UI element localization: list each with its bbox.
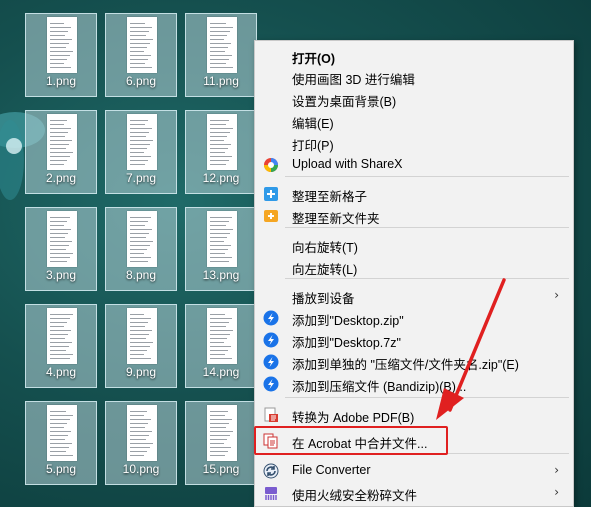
file-name-label: 13.png (202, 268, 240, 282)
desktop-file-icon[interactable]: 9.png (105, 304, 177, 388)
menu-item[interactable]: 整理至新格子 (255, 183, 573, 205)
desktop-file-icon[interactable]: 2.png (25, 110, 97, 194)
menu-item[interactable]: 转换为 Adobe PDF(B) (255, 404, 573, 426)
menu-item[interactable]: 使用火绒安全粉碎文件 › (255, 482, 573, 504)
file-name-label: 10.png (122, 462, 160, 476)
menu-item[interactable]: 向右旋转(T) (255, 234, 573, 256)
file-name-label: 3.png (45, 268, 77, 282)
file-name-label: 14.png (202, 365, 240, 379)
menu-item-label: 打开(O) (292, 52, 336, 66)
file-name-label: 7.png (125, 171, 157, 185)
chevron-right-icon: › (554, 463, 559, 477)
chevron-right-icon: › (554, 288, 559, 302)
desktop-file-icon[interactable]: 6.png (105, 13, 177, 97)
image-thumbnail-icon (207, 308, 237, 364)
menu-item-label: 向左旋转(L) (292, 263, 358, 277)
desktop-file-icon[interactable]: 12.png (185, 110, 257, 194)
bandizip-icon (263, 332, 279, 348)
desktop-file-icon[interactable]: 10.png (105, 401, 177, 485)
file-name-label: 4.png (45, 365, 77, 379)
image-thumbnail-icon (47, 405, 77, 461)
file-name-label: 12.png (202, 171, 240, 185)
image-thumbnail-icon (127, 211, 157, 267)
menu-item-label: File Converter (292, 463, 371, 477)
new-folder-icon (263, 208, 279, 224)
menu-item-label: 添加到"Desktop.zip" (292, 314, 404, 328)
annotation-arrow-icon (436, 278, 506, 420)
desktop-file-icon[interactable]: 5.png (25, 401, 97, 485)
menu-item[interactable]: 添加到压缩文件 (Bandizip)(B)... (255, 373, 573, 395)
bandizip-icon (263, 310, 279, 326)
file-name-label: 6.png (125, 74, 157, 88)
file-name-label: 2.png (45, 171, 77, 185)
image-thumbnail-icon (127, 17, 157, 73)
menu-item-label: 设置为桌面背景(B) (292, 95, 397, 109)
bandizip-icon (263, 354, 279, 370)
menu-item-label: 整理至新格子 (292, 190, 368, 204)
menu-item[interactable]: Upload with ShareX (255, 154, 573, 176)
menu-item[interactable]: 设置为桌面背景(B) (255, 88, 573, 110)
desktop-file-icon[interactable]: 8.png (105, 207, 177, 291)
menu-item-label: 转换为 Adobe PDF(B) (292, 411, 415, 425)
menu-item-label: 打印(P) (292, 139, 334, 153)
menu-item-label: 编辑(E) (292, 117, 334, 131)
menu-item-label: 播放到设备 (292, 292, 355, 306)
menu-separator (285, 227, 569, 228)
menu-item[interactable]: 编辑(E) (255, 110, 573, 132)
file-converter-icon (263, 463, 279, 479)
image-thumbnail-icon (47, 17, 77, 73)
desktop-file-icon[interactable]: 11.png (185, 13, 257, 97)
desktop-file-icon[interactable]: 15.png (185, 401, 257, 485)
menu-item[interactable]: 打开(O) (255, 45, 573, 67)
desktop-file-icon[interactable]: 1.png (25, 13, 97, 97)
menu-item[interactable]: 向左旋转(L) (255, 256, 573, 278)
annotation-highlight-box (254, 426, 448, 455)
image-thumbnail-icon (47, 308, 77, 364)
menu-separator (285, 176, 569, 177)
menu-item-label: 向右旋转(T) (292, 241, 358, 255)
file-name-label: 1.png (45, 74, 77, 88)
desktop-file-icon[interactable]: 7.png (105, 110, 177, 194)
desktop-file-icon[interactable]: 14.png (185, 304, 257, 388)
menu-item[interactable]: 播放到设备 › (255, 285, 573, 307)
image-thumbnail-icon (127, 114, 157, 170)
file-name-label: 9.png (125, 365, 157, 379)
menu-item-label: 整理至新文件夹 (292, 212, 380, 226)
file-name-label: 8.png (125, 268, 157, 282)
chevron-right-icon: › (554, 485, 559, 499)
file-name-label: 15.png (202, 462, 240, 476)
acrobat-icon (263, 407, 279, 423)
menu-item[interactable]: 添加到单独的 "压缩文件/文件夹名.zip"(E) (255, 351, 573, 373)
image-thumbnail-icon (47, 114, 77, 170)
menu-item-label: Upload with ShareX (292, 157, 403, 171)
image-thumbnail-icon (47, 211, 77, 267)
file-name-label: 11.png (203, 74, 239, 88)
menu-item[interactable]: 添加到"Desktop.zip" (255, 307, 573, 329)
image-thumbnail-icon (207, 405, 237, 461)
huorong-shred-icon (263, 485, 279, 501)
menu-item[interactable]: 使用画图 3D 进行编辑 (255, 66, 573, 88)
menu-item-label: 使用画图 3D 进行编辑 (292, 73, 415, 87)
new-grid-icon (263, 186, 279, 202)
image-thumbnail-icon (207, 17, 237, 73)
image-thumbnail-icon (207, 211, 237, 267)
sharex-icon (263, 157, 279, 173)
menu-item[interactable]: File Converter › (255, 460, 573, 482)
image-thumbnail-icon (127, 405, 157, 461)
menu-item-label: 使用火绒安全粉碎文件 (292, 489, 418, 503)
menu-item[interactable]: 打印(P) (255, 132, 573, 154)
desktop-file-icon[interactable]: 4.png (25, 304, 97, 388)
bandizip-icon (263, 376, 279, 392)
menu-item[interactable]: 整理至新文件夹 (255, 205, 573, 227)
menu-item-label: 添加到"Desktop.7z" (292, 336, 401, 350)
file-name-label: 5.png (45, 462, 77, 476)
menu-item[interactable]: 添加到"Desktop.7z" (255, 329, 573, 351)
desktop-file-icon[interactable]: 13.png (185, 207, 257, 291)
image-thumbnail-icon (127, 308, 157, 364)
desktop-file-icon[interactable]: 3.png (25, 207, 97, 291)
image-thumbnail-icon (207, 114, 237, 170)
